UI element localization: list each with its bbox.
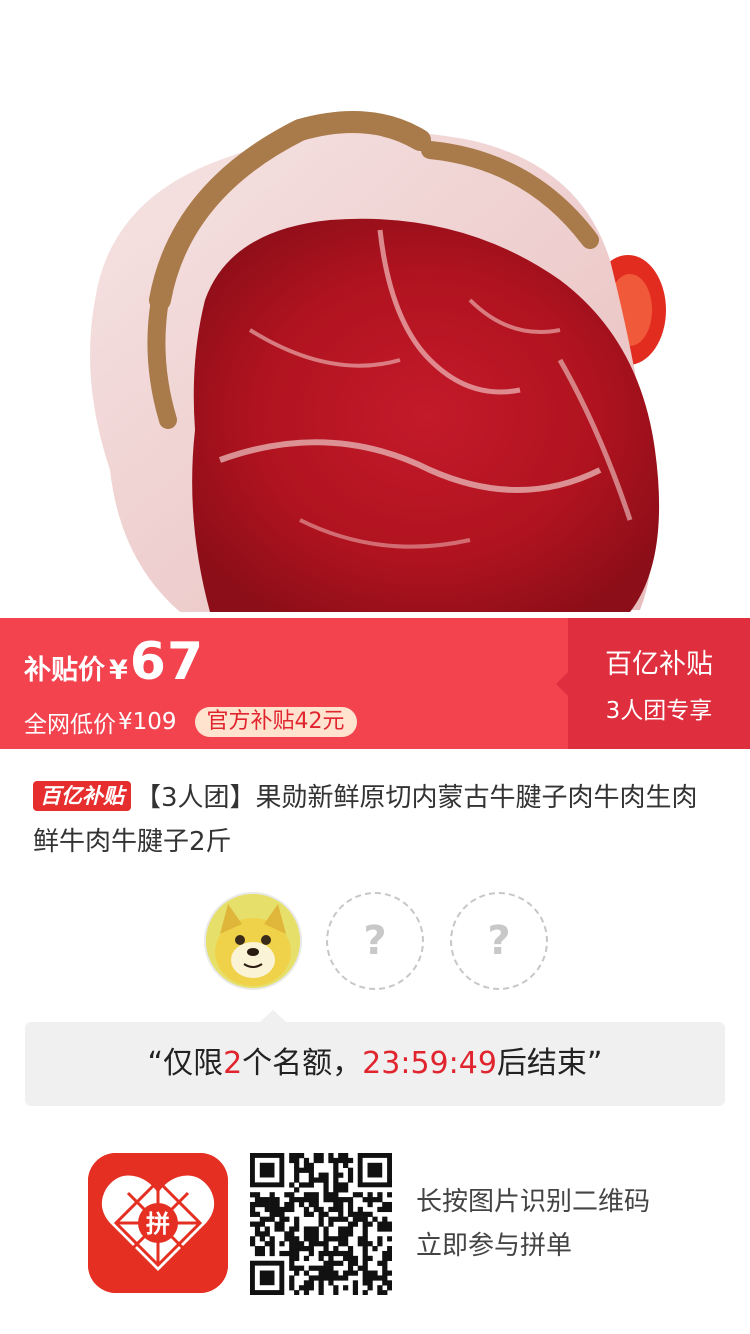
doge-avatar-icon [206, 894, 300, 988]
empty-member-slot: ? [450, 892, 548, 990]
logo-graphic: 拼 [88, 1153, 228, 1293]
pinduoduo-logo-icon: 拼 [88, 1153, 228, 1293]
countdown-timer: 23:59:49 [362, 1046, 497, 1081]
brand-panel: 百亿补贴 3人团专享 [556, 618, 750, 749]
beef-image-svg [90, 111, 666, 613]
scan-instruction-line-1: 长按图片识别二维码 [416, 1187, 651, 1217]
qr-code-icon[interactable] [250, 1153, 393, 1296]
price-section: 补贴价 ¥67 全网低价 ¥109 官方补贴42元 [0, 618, 568, 749]
close-quote: ” [586, 1046, 603, 1081]
open-quote: “ [147, 1046, 164, 1081]
scan-instructions: 长按图片识别二维码 立即参与拼单 [416, 1180, 650, 1268]
subsidy-price-value: 67 [129, 632, 205, 692]
product-title-text: 【3人团】果勋新鲜原切内蒙古牛腱子肉牛肉生肉鲜牛肉牛腱子2斤 [33, 783, 698, 857]
low-price-label: 全网低价 [24, 712, 116, 738]
subsidy-badge: 百亿补贴 [33, 781, 131, 811]
group-members: ? ? [0, 892, 750, 992]
low-price-value: ¥109 [118, 709, 177, 735]
logo-text: 拼 [146, 1210, 170, 1238]
official-subsidy-badge: 官方补贴42元 [194, 707, 357, 737]
product-title: 百亿补贴 【3人团】果勋新鲜原切内蒙古牛腱子肉牛肉生肉鲜牛肉牛腱子2斤 [33, 776, 723, 864]
notice-prefix: 仅限 [163, 1046, 224, 1081]
member-avatar [204, 892, 302, 990]
product-image [0, 0, 750, 618]
notice-suffix: 后结束 [496, 1046, 587, 1081]
quota-countdown-notice: “仅限2个名额，23:59:49后结束” [25, 1010, 725, 1106]
group-size-label: 3人团专享 [605, 698, 713, 724]
subsidy-price: 补贴价 ¥67 [24, 632, 204, 692]
original-price-row: 全网低价 ¥109 官方补贴42元 [24, 706, 357, 738]
remaining-slots-count: 2 [223, 1046, 243, 1081]
empty-member-slot: ? [326, 892, 424, 990]
brand-title: 百亿补贴 [605, 649, 713, 680]
currency-symbol: ¥ [109, 655, 128, 686]
scan-instruction-line-2: 立即参与拼单 [416, 1231, 573, 1261]
notice-middle: 个名额， [242, 1046, 363, 1081]
price-banner: 补贴价 ¥67 全网低价 ¥109 官方补贴42元 百亿补贴 3人团专享 [0, 618, 750, 749]
qr-code-graphic [250, 1153, 393, 1296]
subsidy-price-label: 补贴价 [24, 655, 105, 686]
